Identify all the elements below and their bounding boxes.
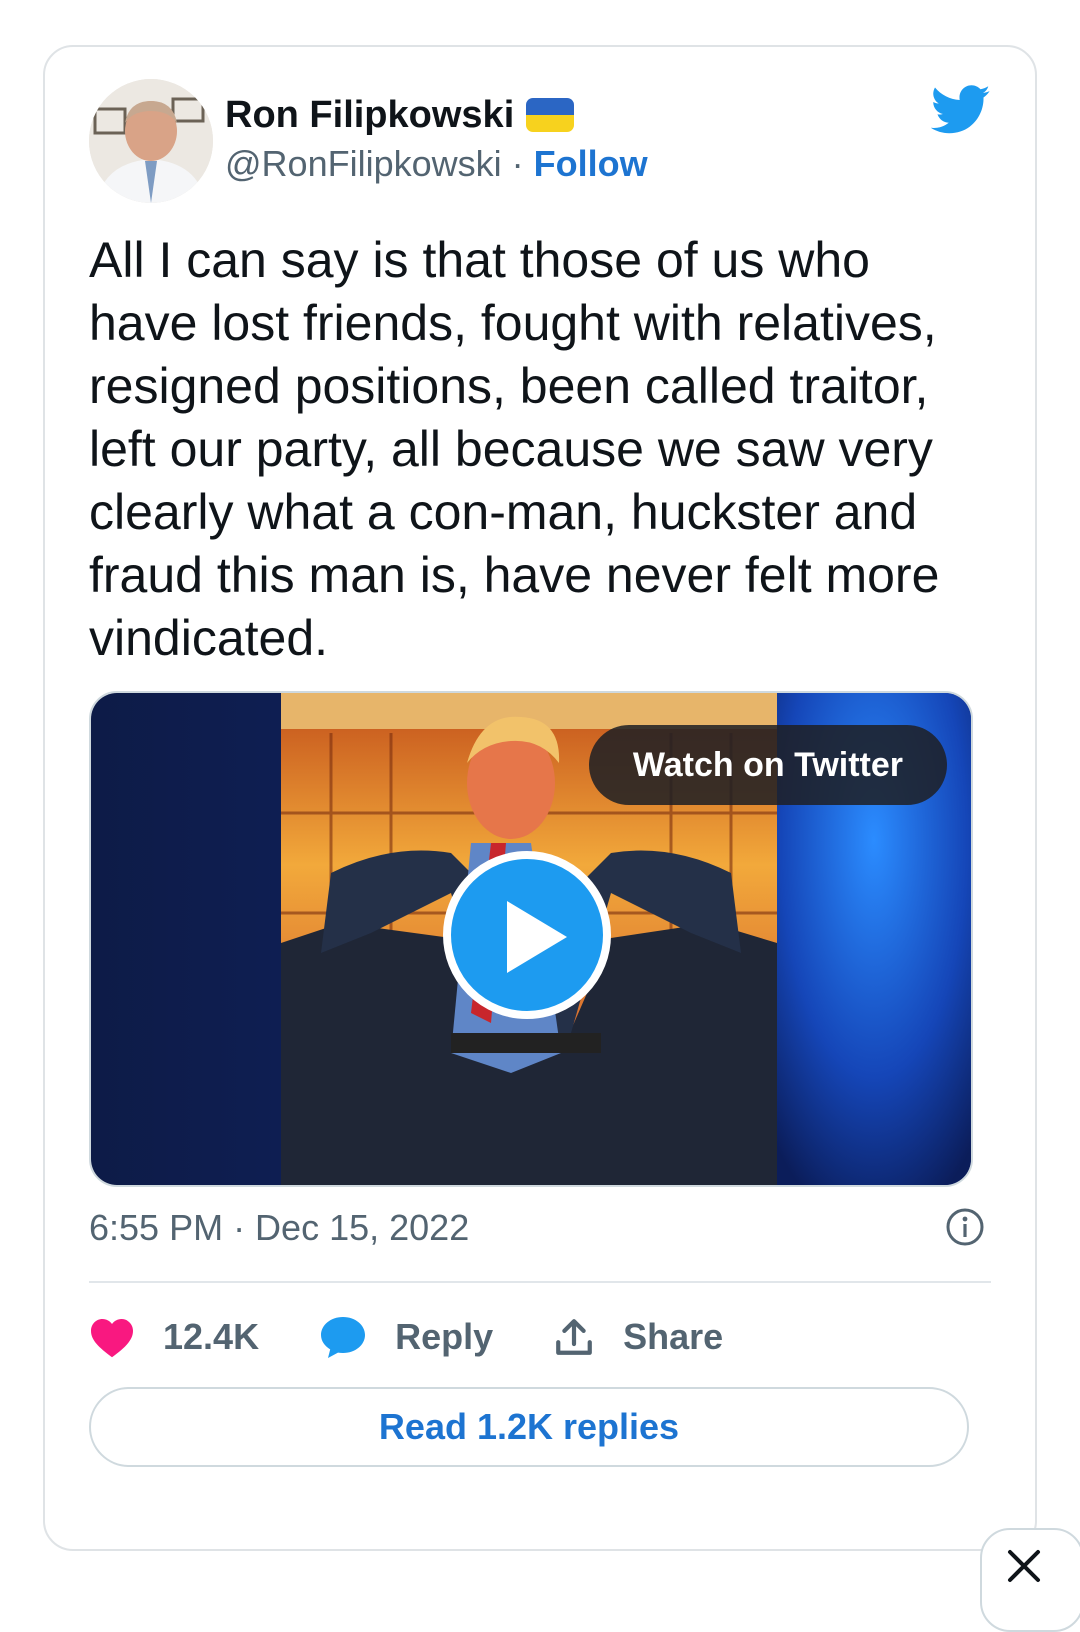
- tweet-text: All I can say is that those of us who ha…: [89, 232, 940, 666]
- close-icon: [1008, 1550, 1040, 1582]
- twitter-bird-icon[interactable]: [931, 85, 991, 135]
- reply-bubble-icon: [321, 1317, 366, 1358]
- author-name[interactable]: Ron Filipkowski: [225, 94, 514, 137]
- share-button[interactable]: Share: [553, 1316, 723, 1358]
- heart-icon: [91, 1319, 133, 1358]
- tweet-timestamp[interactable]: 6:55 PM · Dec 15, 2022: [89, 1207, 469, 1249]
- ukraine-flag-icon: [526, 98, 575, 132]
- author-handle-row: @RonFilipkowski · Follow: [225, 143, 648, 185]
- reply-button[interactable]: Reply: [319, 1314, 493, 1360]
- play-icon: [507, 901, 567, 973]
- share-icon: [556, 1319, 592, 1355]
- like-count: 12.4K: [163, 1316, 260, 1357]
- close-button[interactable]: [980, 1528, 1080, 1632]
- read-replies-button[interactable]: Read 1.2K replies: [89, 1387, 969, 1467]
- video-thumbnail[interactable]: Watch on Twitter: [89, 691, 973, 1187]
- play-button[interactable]: [443, 851, 611, 1019]
- watch-on-twitter-button[interactable]: Watch on Twitter: [588, 725, 947, 805]
- info-icon[interactable]: [945, 1207, 985, 1247]
- tweet-card: Ron Filipkowski @RonFilipkowski · Follow…: [43, 45, 1037, 1551]
- tweet-actions: 12.4K Reply Share: [89, 1307, 763, 1367]
- divider: [89, 1281, 991, 1283]
- like-button[interactable]: 12.4K: [89, 1316, 259, 1358]
- author-name-row: Ron Filipkowski: [225, 93, 575, 137]
- share-label: Share: [623, 1316, 724, 1357]
- separator: ·: [511, 143, 524, 184]
- follow-button[interactable]: Follow: [534, 143, 648, 184]
- avatar[interactable]: [89, 79, 213, 203]
- reply-label: Reply: [395, 1316, 494, 1357]
- author-handle[interactable]: @RonFilipkowski: [225, 143, 502, 184]
